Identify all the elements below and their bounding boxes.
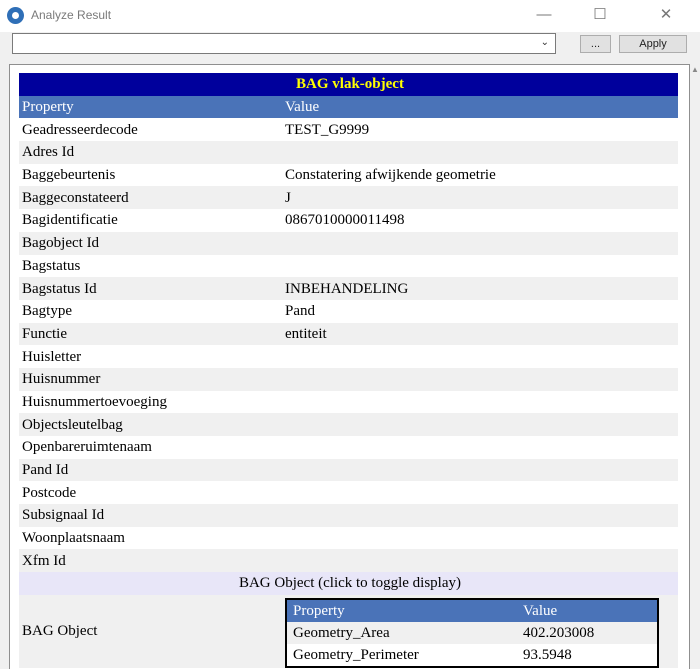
property-cell: Adres Id [19, 141, 282, 164]
value-cell [282, 390, 678, 414]
property-cell: Geadresseerdecode [19, 118, 282, 142]
table-row: Baggebeurtenis Constatering afwijkende ge… [19, 163, 678, 187]
table-row: Bagstatus Id INBEHANDELING [19, 277, 678, 300]
value-cell: entiteit [282, 322, 678, 346]
table-row: Bagtype Pand [19, 299, 678, 323]
value-cell: INBEHANDELING [282, 277, 678, 300]
table-row: Postcode [19, 481, 678, 505]
property-cell: Woonplaatsnaam [19, 526, 282, 550]
table-row: Pand Id [19, 458, 678, 482]
table-row: Bagobject Id [19, 231, 678, 255]
column-header-value: Value [282, 95, 678, 119]
property-cell: Subsignaal Id [19, 504, 282, 527]
result-select[interactable]: ⌄ [12, 33, 556, 54]
table-row: Objectsleutelbag [19, 413, 678, 436]
apply-button[interactable]: Apply [619, 35, 687, 53]
property-cell: Bagstatus Id [19, 277, 282, 300]
bag-object-label: BAG Object [19, 594, 282, 668]
value-cell [282, 504, 678, 527]
geometry-row: Geometry_Perimeter 93.5948 [286, 643, 658, 667]
property-cell: Bagstatus [19, 254, 282, 278]
minimize-button[interactable]: — [524, 2, 564, 28]
value-cell [282, 231, 678, 255]
property-cell: Baggebeurtenis [19, 163, 282, 187]
value-cell: J [282, 186, 678, 210]
app-globe-icon [7, 7, 24, 24]
value-cell: TEST_G9999 [282, 118, 678, 142]
result-panel: BAG vlak-object Property Value Geadresse… [9, 64, 690, 669]
property-cell: Objectsleutelbag [19, 413, 282, 436]
vertical-scrollbar[interactable]: ▲ [690, 64, 700, 669]
chevron-down-icon[interactable]: ⌄ [541, 37, 549, 48]
table-row: Bagstatus [19, 254, 678, 278]
table-title: BAG vlak-object [19, 73, 678, 96]
value-cell [282, 436, 678, 459]
geometry-value-cell: 402.203008 [517, 621, 658, 644]
value-cell [282, 367, 678, 391]
table-row: Geadresseerdecode TEST_G9999 [19, 118, 678, 142]
property-cell: Baggeconstateerd [19, 186, 282, 210]
table-row: Adres Id [19, 141, 678, 164]
table-row: Huisletter [19, 345, 678, 368]
geometry-column-value: Value [517, 598, 658, 622]
maximize-button[interactable]: ☐ [580, 2, 620, 28]
bag-object-cell: Property Value Geometry_Area 402.203008 Geom… [282, 594, 678, 668]
toggle-display-row[interactable]: BAG Object (click to toggle display) [19, 572, 678, 595]
table-row: Baggeconstateerd J [19, 186, 678, 210]
geometry-header-row: Property Value [286, 598, 658, 622]
property-cell: Bagtype [19, 299, 282, 323]
toolbar: ⌄ ... Apply [0, 32, 700, 60]
value-cell [282, 549, 678, 573]
property-cell: Pand Id [19, 458, 282, 482]
value-cell [282, 345, 678, 368]
value-cell: Constatering afwijkende geometrie [282, 163, 678, 187]
value-cell [282, 481, 678, 505]
property-cell: Bagobject Id [19, 231, 282, 255]
table-row: Openbareruimtenaam [19, 436, 678, 459]
window-title: Analyze Result [31, 8, 112, 22]
bag-object-row: BAG Object Property Value Geometry_Area 402.… [19, 594, 678, 668]
property-cell: Functie [19, 322, 282, 346]
property-cell: Huisnummer [19, 367, 282, 391]
geometry-value-cell: 93.5948 [517, 643, 658, 667]
geometry-row: Geometry_Area 402.203008 [286, 621, 658, 644]
property-table: BAG vlak-object Property Value Geadresse… [19, 73, 678, 668]
property-cell: Xfm Id [19, 549, 282, 573]
property-cell: Postcode [19, 481, 282, 505]
table-row: Xfm Id [19, 549, 678, 573]
value-cell: 0867010000011498 [282, 209, 678, 232]
value-cell: Pand [282, 299, 678, 323]
value-cell [282, 254, 678, 278]
table-row: Woonplaatsnaam [19, 526, 678, 550]
property-cell: Openbareruimtenaam [19, 436, 282, 459]
geometry-column-property: Property [286, 598, 517, 622]
value-cell [282, 458, 678, 482]
geometry-property-cell: Geometry_Perimeter [286, 643, 517, 667]
property-cell: Huisnummertoevoeging [19, 390, 282, 414]
geometry-property-cell: Geometry_Area [286, 621, 517, 644]
browse-button[interactable]: ... [580, 35, 611, 53]
value-cell [282, 141, 678, 164]
scroll-up-arrow-icon[interactable]: ▲ [691, 65, 699, 74]
column-header-property: Property [19, 95, 282, 119]
table-row: Subsignaal Id [19, 504, 678, 527]
table-row: Huisnummer [19, 367, 678, 391]
toggle-display-label[interactable]: BAG Object (click to toggle display) [19, 572, 678, 595]
table-row: Functie entiteit [19, 322, 678, 346]
geometry-table: Property Value Geometry_Area 402.203008 Geom… [285, 597, 659, 668]
property-cell: Bagidentificatie [19, 209, 282, 232]
close-button[interactable]: ✕ [646, 2, 686, 28]
value-cell [282, 413, 678, 436]
table-row: Huisnummertoevoeging [19, 390, 678, 414]
table-row: Bagidentificatie 0867010000011498 [19, 209, 678, 232]
property-cell: Huisletter [19, 345, 282, 368]
title-bar: Analyze Result — ☐ ✕ [0, 0, 700, 32]
value-cell [282, 526, 678, 550]
